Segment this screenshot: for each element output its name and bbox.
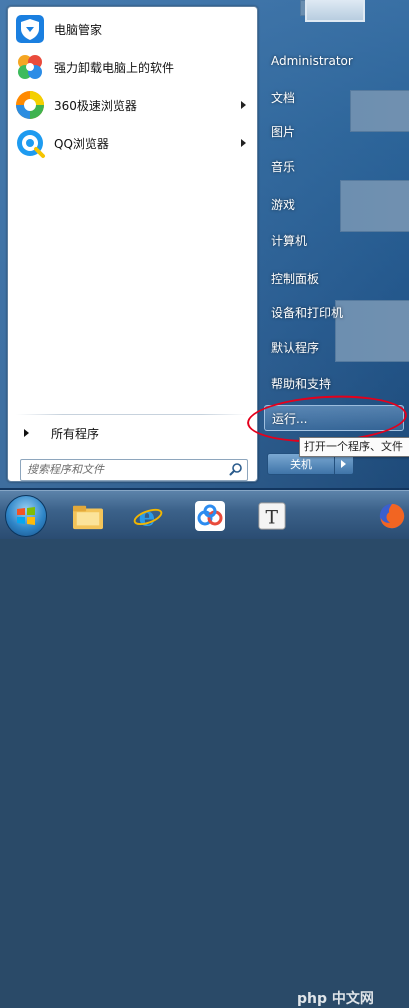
taskbar-typora[interactable]: T: [252, 497, 292, 535]
user-name-link[interactable]: Administrator: [264, 48, 404, 74]
submenu-arrow-icon[interactable]: [241, 139, 246, 147]
taskbar-baidu-netdisk[interactable]: [190, 497, 230, 535]
start-menu: 电脑管家 强力卸载电脑上的软件 360极速浏览器 QQ浏览器 所有程序 搜索程序…: [0, 0, 409, 488]
pinwheel-icon: [18, 55, 42, 79]
text-editor-icon: T: [258, 502, 286, 530]
all-programs-label: 所有程序: [51, 426, 100, 441]
windows-logo-icon: [17, 507, 35, 525]
tooltip: 打开一个程序、文件: [299, 437, 409, 457]
menu-item-music[interactable]: 音乐: [264, 153, 404, 179]
taskbar-ie[interactable]: e: [128, 497, 168, 535]
search-box[interactable]: [20, 459, 248, 481]
pinned-app-pc-manager[interactable]: 电脑管家: [12, 11, 252, 47]
search-icon[interactable]: [229, 462, 243, 476]
pinned-app-label: 电脑管家: [54, 22, 103, 37]
svg-text:T: T: [265, 508, 278, 529]
folder-icon: [73, 505, 103, 530]
all-programs-button[interactable]: 所有程序: [16, 422, 248, 444]
pinned-app-label: 360极速浏览器: [54, 98, 137, 113]
menu-item-help-support[interactable]: 帮助和支持: [264, 370, 404, 396]
svg-text:e: e: [139, 501, 156, 531]
pinned-app-qq-browser[interactable]: QQ浏览器: [12, 125, 252, 161]
pinned-app-360-browser[interactable]: 360极速浏览器: [12, 87, 252, 123]
360-browser-icon: [16, 91, 44, 119]
taskbar-explorer[interactable]: [68, 497, 108, 535]
taskbar-firefox[interactable]: [372, 497, 409, 535]
menu-item-run[interactable]: 运行...: [264, 405, 404, 431]
firefox-icon: [379, 503, 405, 529]
submenu-arrow-icon[interactable]: [241, 101, 246, 109]
start-menu-programs-pane: 电脑管家 强力卸载电脑上的软件 360极速浏览器 QQ浏览器 所有程序 搜索程序…: [7, 6, 258, 482]
menu-item-devices-printers[interactable]: 设备和打印机: [264, 299, 404, 325]
cloud-drive-icon: [195, 501, 225, 531]
user-avatar[interactable]: [305, 0, 365, 22]
search-input[interactable]: [27, 461, 217, 477]
menu-item-computer[interactable]: 计算机: [264, 227, 404, 253]
menu-item-control-panel[interactable]: 控制面板: [264, 265, 404, 291]
start-menu-places-pane: Administrator 文档 图片 音乐 游戏 计算机 控制面板 设备和打印…: [258, 0, 409, 488]
menu-separator: [16, 414, 248, 415]
menu-item-games[interactable]: 游戏: [264, 191, 404, 217]
menu-item-pictures[interactable]: 图片: [264, 118, 404, 144]
pinned-app-label: 强力卸载电脑上的软件: [54, 60, 175, 75]
internet-explorer-icon: e: [133, 501, 163, 531]
pinned-app-uninstaller[interactable]: 强力卸载电脑上的软件: [12, 49, 252, 85]
shield-icon: [16, 15, 44, 43]
start-button[interactable]: [5, 495, 47, 537]
pinned-app-label: QQ浏览器: [54, 136, 109, 151]
watermark: php 中文网: [297, 991, 374, 1007]
qq-browser-icon: [17, 130, 45, 158]
arrow-right-icon: [24, 429, 29, 437]
menu-item-documents[interactable]: 文档: [264, 84, 404, 110]
menu-item-default-programs[interactable]: 默认程序: [264, 334, 404, 360]
taskbar: e T php 中文网: [0, 490, 409, 1007]
